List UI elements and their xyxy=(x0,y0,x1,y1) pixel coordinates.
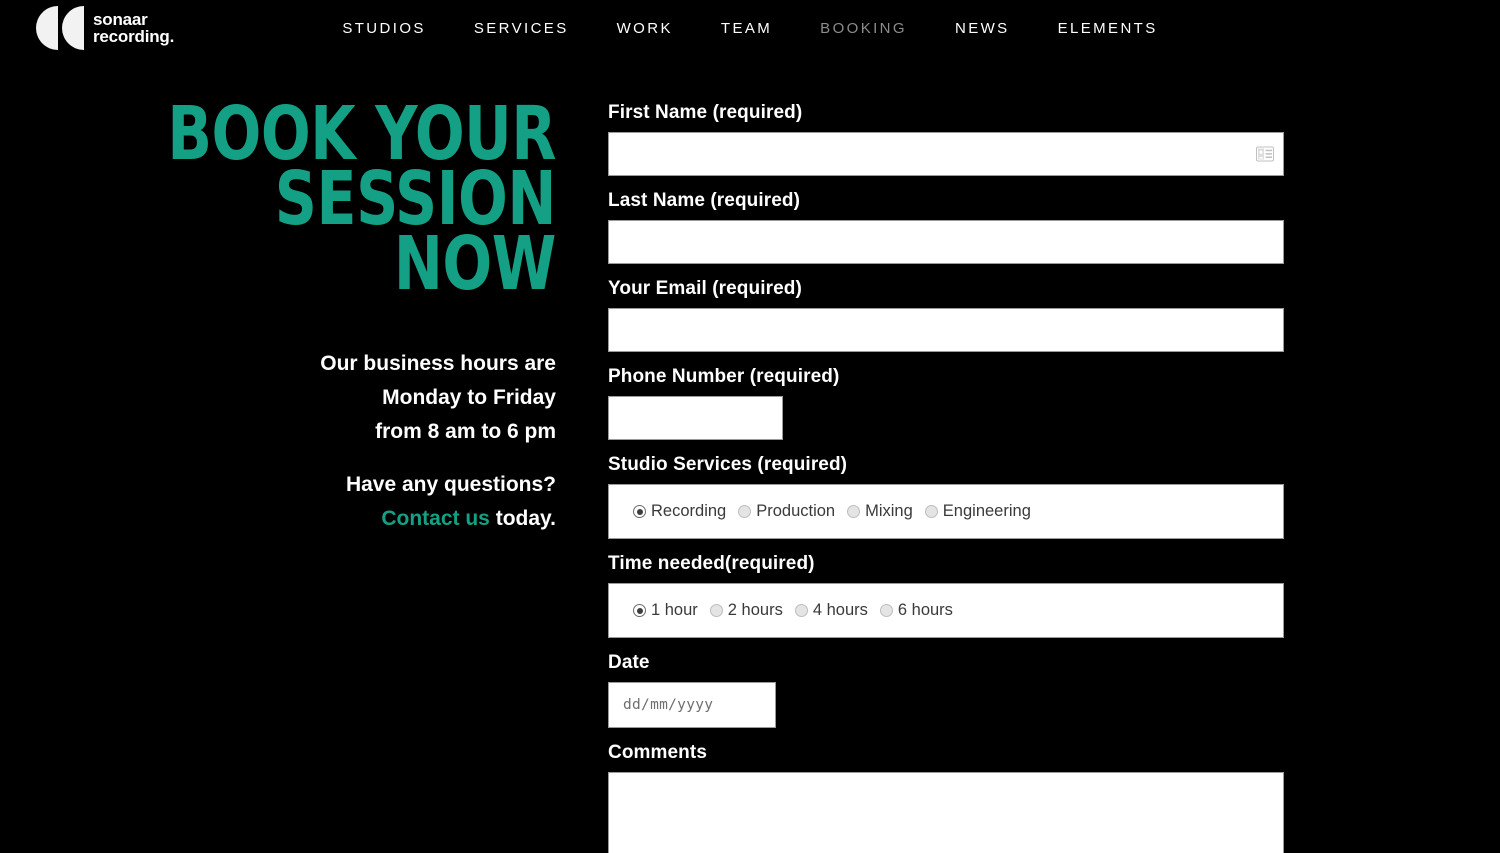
nav-link-work[interactable]: WORK xyxy=(593,12,697,45)
nav-link-services[interactable]: SERVICES xyxy=(450,12,593,45)
form-column: First Name (required) Last Name (require… xyxy=(556,102,1500,853)
brand-logo-link[interactable]: sonaar recording. xyxy=(36,6,174,50)
nav-link-team[interactable]: TEAM xyxy=(697,12,796,45)
field-first-name: First Name (required) xyxy=(608,102,1284,176)
questions-text: Have any questions? xyxy=(345,473,556,497)
first-name-label: First Name (required) xyxy=(608,102,803,123)
nav-link-studios[interactable]: STUDIOS xyxy=(318,12,449,45)
studio-services-option-3[interactable]: Engineering xyxy=(924,502,1031,521)
time-needed-option-0[interactable]: 1 hour xyxy=(633,601,698,620)
radio-icon[interactable] xyxy=(847,505,861,518)
time-needed-label: Time needed(required) xyxy=(608,553,815,574)
time-needed-option-label: 6 hours xyxy=(897,601,953,619)
page-title: BOOK YOUR SESSION NOW xyxy=(67,97,556,301)
radio-icon[interactable] xyxy=(879,604,893,617)
comments-textarea[interactable] xyxy=(608,772,1284,853)
site-header: sonaar recording. STUDIOS SERVICES WORK TEA… xyxy=(0,0,1500,56)
radio-icon[interactable] xyxy=(924,505,938,518)
comments-label: Comments xyxy=(608,742,707,763)
time-needed-option-2[interactable]: 4 hours xyxy=(794,601,868,620)
radio-icon[interactable] xyxy=(709,604,723,617)
time-needed-option-label: 1 hour xyxy=(651,601,698,619)
business-hours-paragraph: Our business hours are Monday to Friday … xyxy=(0,347,556,448)
contact-card-icon[interactable] xyxy=(1256,146,1274,162)
studio-services-option-label: Recording xyxy=(651,502,727,520)
brand-wordmark-line2: recording. xyxy=(93,27,175,46)
field-phone: Phone Number (required) xyxy=(608,366,1284,440)
contact-us-link[interactable]: Contact us xyxy=(381,507,490,530)
contact-paragraph: Have any questions? Contact us today. xyxy=(0,468,556,535)
email-label: Your Email (required) xyxy=(608,278,802,299)
time-needed-option-3[interactable]: 6 hours xyxy=(879,601,953,620)
booking-form: First Name (required) Last Name (require… xyxy=(608,102,1284,853)
brand-wordmark: sonaar recording. xyxy=(93,11,174,46)
business-hours-line-2: Monday to Friday xyxy=(382,385,556,409)
studio-services-option-label: Engineering xyxy=(942,502,1031,520)
radio-icon[interactable] xyxy=(633,505,646,518)
field-email: Your Email (required) xyxy=(608,278,1284,352)
studio-services-option-label: Mixing xyxy=(865,502,913,520)
main-navigation: STUDIOS SERVICES WORK TEAM BOOKING NEWS ELEMEN… xyxy=(0,0,1500,56)
date-label: Date xyxy=(608,652,650,673)
studio-services-radio-group[interactable]: Recording Production Mixing Engineering xyxy=(608,484,1284,539)
field-last-name: Last Name (required) xyxy=(608,190,1284,264)
studio-services-option-1[interactable]: Production xyxy=(738,502,835,521)
last-name-input[interactable] xyxy=(608,220,1284,264)
email-input[interactable] xyxy=(608,308,1284,352)
field-date: Date dd/mm/yyyy xyxy=(608,652,1284,728)
studio-services-option-label: Production xyxy=(756,502,836,520)
time-needed-radio-group[interactable]: 1 hour 2 hours 4 hours 6 hours xyxy=(608,583,1284,638)
field-time-needed: Time needed(required) 1 hour 2 hours 4 hou… xyxy=(608,553,1284,638)
radio-icon[interactable] xyxy=(794,604,808,617)
date-input[interactable]: dd/mm/yyyy xyxy=(608,682,776,728)
studio-services-label: Studio Services (required) xyxy=(608,454,848,475)
business-hours-line-3: from 8 am to 6 pm xyxy=(375,419,556,443)
phone-label: Phone Number (required) xyxy=(608,366,840,387)
brand-wordmark-line1: sonaar xyxy=(93,9,148,29)
hero-column: BOOK YOUR SESSION NOW Our business hours… xyxy=(0,97,556,535)
last-name-label: Last Name (required) xyxy=(608,190,801,211)
date-placeholder-text: dd/mm/yyyy xyxy=(623,697,714,713)
nav-link-elements[interactable]: ELEMENTS xyxy=(1034,12,1182,45)
studio-services-option-2[interactable]: Mixing xyxy=(847,502,913,521)
first-name-input[interactable] xyxy=(608,132,1284,176)
page-body: BOOK YOUR SESSION NOW Our business hours… xyxy=(0,56,1500,853)
studio-services-option-0[interactable]: Recording xyxy=(633,502,726,521)
sonaar-double-disc-logo-icon xyxy=(36,6,84,50)
contact-suffix-text: today. xyxy=(489,506,556,530)
time-needed-option-1[interactable]: 2 hours xyxy=(709,601,783,620)
time-needed-option-label: 4 hours xyxy=(812,601,868,619)
field-comments: Comments xyxy=(608,742,1284,853)
time-needed-option-label: 2 hours xyxy=(727,601,783,619)
business-hours-block: Our business hours are Monday to Friday … xyxy=(0,347,556,535)
nav-link-news[interactable]: NEWS xyxy=(931,12,1034,45)
field-studio-services: Studio Services (required) Recording Prod… xyxy=(608,454,1284,539)
business-hours-line-1: Our business hours are xyxy=(320,352,556,376)
phone-input[interactable] xyxy=(608,396,783,440)
radio-icon[interactable] xyxy=(633,604,646,617)
radio-icon[interactable] xyxy=(738,505,752,518)
nav-link-booking[interactable]: BOOKING xyxy=(796,12,931,45)
